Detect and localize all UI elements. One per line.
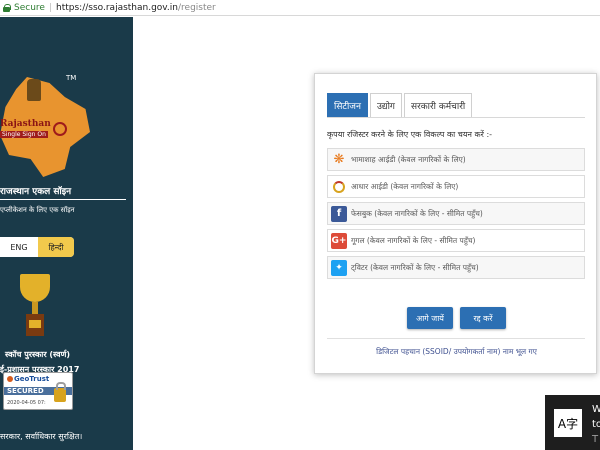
option-label: आधार आईडी (केवल नागरिकों के लिए) [351, 181, 459, 191]
option-label: भामाशाह आईडी (केवल नागरिकों के लिए) [351, 154, 466, 164]
geotrust-seal[interactable]: GeoTrust SECURED 2020-04-05 07: [3, 372, 73, 410]
option-label: ट्विटर (केवल नागरिकों के लिए - सीमित पहु… [351, 262, 479, 272]
url-path[interactable]: /register [178, 3, 216, 13]
trademark-label: TM [66, 74, 77, 82]
geotrust-dot-icon [7, 376, 13, 382]
footer-divider [327, 338, 585, 339]
facebook-icon: f [331, 205, 347, 222]
aadhaar-icon [331, 179, 347, 195]
registration-options: ❋ भामाशाह आईडी (केवल नागरिकों के लिए) आध… [327, 148, 585, 283]
language-toggle[interactable]: ENG हिन्दी [0, 237, 74, 257]
toast-line-2: to [592, 419, 600, 430]
sidebar-subheading: एप्लीकेशन के लिए एक सॉइन [0, 206, 75, 214]
rajasthan-sso-logo: TM Rajasthan Single Sign On [0, 67, 95, 177]
state-emblem-icon [27, 79, 41, 101]
lang-eng-button[interactable]: ENG [0, 237, 38, 257]
tab-government-employee[interactable]: सरकारी कर्मचारी [403, 93, 473, 117]
logo-title: Rajasthan [0, 119, 51, 129]
address-bar[interactable]: Secure | https://sso.rajasthan.gov.in /r… [0, 0, 600, 16]
instruction-text: कृपया रजिस्टर करने के लिए एक विकल्प का च… [327, 130, 493, 139]
trophy-icon [15, 274, 55, 340]
bhamashah-icon: ❋ [333, 152, 345, 167]
notification-toast[interactable]: A字 W to T [545, 395, 600, 450]
option-twitter[interactable]: ✦ ट्विटर (केवल नागरिकों के लिए - सीमित प… [327, 256, 585, 279]
tab-udyog[interactable]: उद्योग [369, 93, 402, 117]
action-buttons: आगे जायें रद्द करें [407, 307, 513, 329]
sidebar-divider [0, 199, 126, 200]
toast-line-1: W [592, 404, 600, 415]
option-label: फेसबुक (केवल नागरिकों के लिए - सीमित पहु… [351, 208, 483, 218]
language-input-icon: A字 [554, 409, 582, 437]
sidebar: TM Rajasthan Single Sign On राजस्थान एकल… [0, 17, 133, 450]
tab-citizen[interactable]: सिटीजन [327, 93, 368, 117]
geotrust-brand: GeoTrust [7, 375, 49, 383]
sidebar-heading: राजस्थान एकल सॉइन [0, 187, 72, 197]
award-skoch: स्कॉच पुरस्कार (स्वर्ण) [5, 350, 71, 359]
tab-divider [327, 117, 585, 118]
secure-label: Secure [14, 2, 45, 13]
url-host[interactable]: https://sso.rajasthan.gov.in [56, 3, 178, 13]
toast-line-3: T [592, 434, 599, 445]
forgot-ssoid-link[interactable]: डिजिटल पहचान (SSOID/ उपयोगकर्ता नाम) नाम… [315, 347, 598, 357]
url-separator: | [48, 2, 52, 13]
next-button[interactable]: आगे जायें [407, 307, 453, 329]
knot-icon [53, 122, 67, 136]
option-facebook[interactable]: f फेसबुक (केवल नागरिकों के लिए - सीमित प… [327, 202, 585, 225]
padlock-icon [54, 382, 66, 402]
option-bhamashah[interactable]: ❋ भामाशाह आईडी (केवल नागरिकों के लिए) [327, 148, 585, 171]
option-label: गूगल (केवल नागरिकों के लिए - सीमित पहुँच… [351, 235, 476, 245]
google-plus-icon: G+ [331, 232, 347, 249]
geotrust-date: 2020-04-05 07: [7, 400, 46, 406]
lock-icon [3, 3, 11, 12]
logo-subtitle: Single Sign On [0, 131, 48, 138]
option-aadhaar[interactable]: आधार आईडी (केवल नागरिकों के लिए) [327, 175, 585, 198]
twitter-icon: ✦ [331, 259, 347, 276]
cancel-button[interactable]: रद्द करें [460, 307, 506, 329]
option-google[interactable]: G+ गूगल (केवल नागरिकों के लिए - सीमित पह… [327, 229, 585, 252]
user-type-tabs: सिटीजन उद्योग सरकारी कर्मचारी [327, 93, 474, 117]
lang-hindi-button[interactable]: हिन्दी [38, 237, 74, 257]
copyright-text: सरकार, सर्वाधिकार सुरक्षित। [0, 432, 83, 441]
registration-panel: सिटीजन उद्योग सरकारी कर्मचारी कृपया रजिस… [314, 73, 597, 374]
